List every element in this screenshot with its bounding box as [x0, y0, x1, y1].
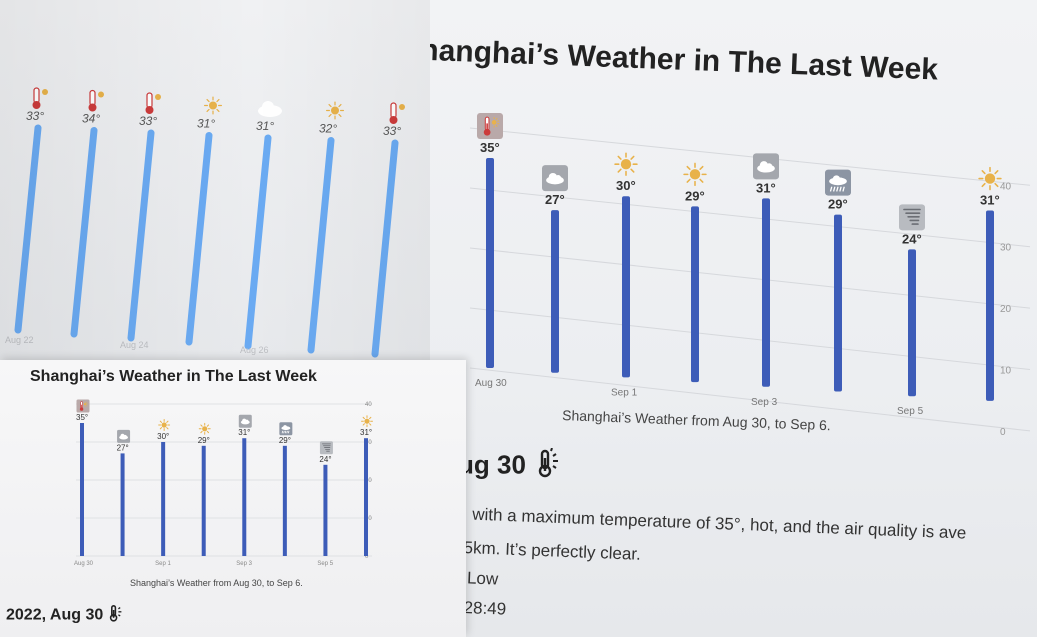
sun-icon [683, 162, 707, 187]
thermometer-sun-icon [76, 399, 90, 413]
small-chart-title: Shanghai’s Weather in The Last Week [30, 368, 317, 385]
main-bar-label: 31° [980, 193, 1000, 208]
small-x-tick-label: Sep 1 [155, 561, 171, 567]
rain-cloud-icon [279, 422, 293, 436]
main-chart-caption: Shanghai’s Weather from Aug 30, to Sep 6… [562, 407, 831, 433]
sun-icon [978, 166, 1002, 191]
main-x-tick-label: Sep 3 [751, 397, 778, 408]
cloud-icon [753, 153, 779, 180]
small-bar-label: 24° [319, 455, 331, 464]
main-bar [551, 210, 559, 373]
description-line-4: 28:49 [463, 598, 507, 619]
rain-cloud-icon [825, 169, 851, 196]
main-date-heading-text: ug 30 [458, 449, 526, 480]
small-bar [80, 423, 84, 556]
main-bar [486, 158, 494, 368]
small-bar-label: 29° [198, 436, 210, 445]
small-bar [364, 438, 368, 556]
main-bar-label: 31° [756, 180, 776, 195]
sun-icon [198, 422, 211, 435]
small-y-tick-label: 40 [365, 402, 372, 408]
main-y-tick-label: 20 [1000, 304, 1012, 315]
main-bar [691, 206, 699, 383]
small-date-heading: 2022, Aug 30 [6, 604, 125, 627]
main-bar [834, 214, 842, 392]
main-bar [622, 196, 630, 378]
small-bar-chart: Shanghai’s Weather in The Last Week01020… [30, 368, 373, 588]
main-x-tick-label: Sep 1 [611, 387, 638, 398]
main-bar [986, 210, 994, 401]
cloud-icon [542, 165, 568, 192]
small-x-tick-label: Sep 3 [236, 561, 252, 567]
main-bar-label: 29° [828, 197, 848, 212]
main-bar [908, 249, 916, 397]
thermometer-sun-icon [534, 447, 564, 485]
small-bar-label: 35° [76, 413, 88, 422]
sun-icon [614, 152, 638, 176]
small-bar [282, 445, 287, 556]
small-bar-label: 30° [157, 432, 169, 441]
main-weather-screen: Shanghai’s Weather in The Last Week 0 10 20… [430, 0, 1037, 637]
main-bar-label: 29° [685, 188, 705, 203]
main-bar-label: 30° [616, 178, 636, 193]
small-chart-caption: Shanghai’s Weather from Aug 30, to Sep 6… [130, 578, 303, 588]
main-bar [762, 198, 770, 387]
tornado-icon [319, 441, 333, 455]
small-bar [120, 453, 125, 556]
cloud-icon [238, 414, 252, 428]
main-y-tick-label: 40 [1000, 181, 1012, 192]
small-bar-label: 27° [117, 443, 129, 452]
thermometer-sun-icon [477, 113, 503, 139]
main-y-tick-label: 30 [1000, 243, 1012, 254]
small-bar [201, 445, 206, 556]
main-x-tick-label: Aug 30 [475, 378, 507, 389]
small-x-tick-label: Aug 30 [74, 561, 94, 567]
small-bar [323, 464, 328, 556]
small-bar-label: 31° [360, 428, 372, 437]
sun-icon [158, 419, 171, 431]
main-x-tick-label: Sep 5 [897, 406, 924, 417]
thermometer-sun-icon [107, 604, 125, 627]
small-date-heading-text: 2022, Aug 30 [6, 606, 104, 624]
small-bar-label: 29° [279, 436, 291, 445]
main-y-tick-label: 10 [1000, 366, 1012, 377]
small-bar [242, 438, 247, 556]
main-chart-title: Shanghai’s Weather in The Last Week [430, 33, 939, 87]
main-y-tick-label: 0 [1000, 427, 1006, 438]
cloud-icon [117, 429, 131, 443]
main-date-heading: ug 30 [458, 447, 564, 485]
small-bar [161, 442, 166, 556]
main-bar-label: 35° [480, 140, 500, 155]
sun-icon [361, 415, 373, 428]
main-bar-label: 27° [545, 192, 565, 207]
small-bar-label: 31° [238, 428, 250, 437]
small-x-tick-label: Sep 5 [317, 561, 333, 567]
small-weather-screenshot: Shanghai’s Weather in The Last Week 0 10 20… [0, 360, 466, 637]
tornado-icon [899, 204, 925, 231]
main-bar-label: 24° [902, 231, 922, 246]
